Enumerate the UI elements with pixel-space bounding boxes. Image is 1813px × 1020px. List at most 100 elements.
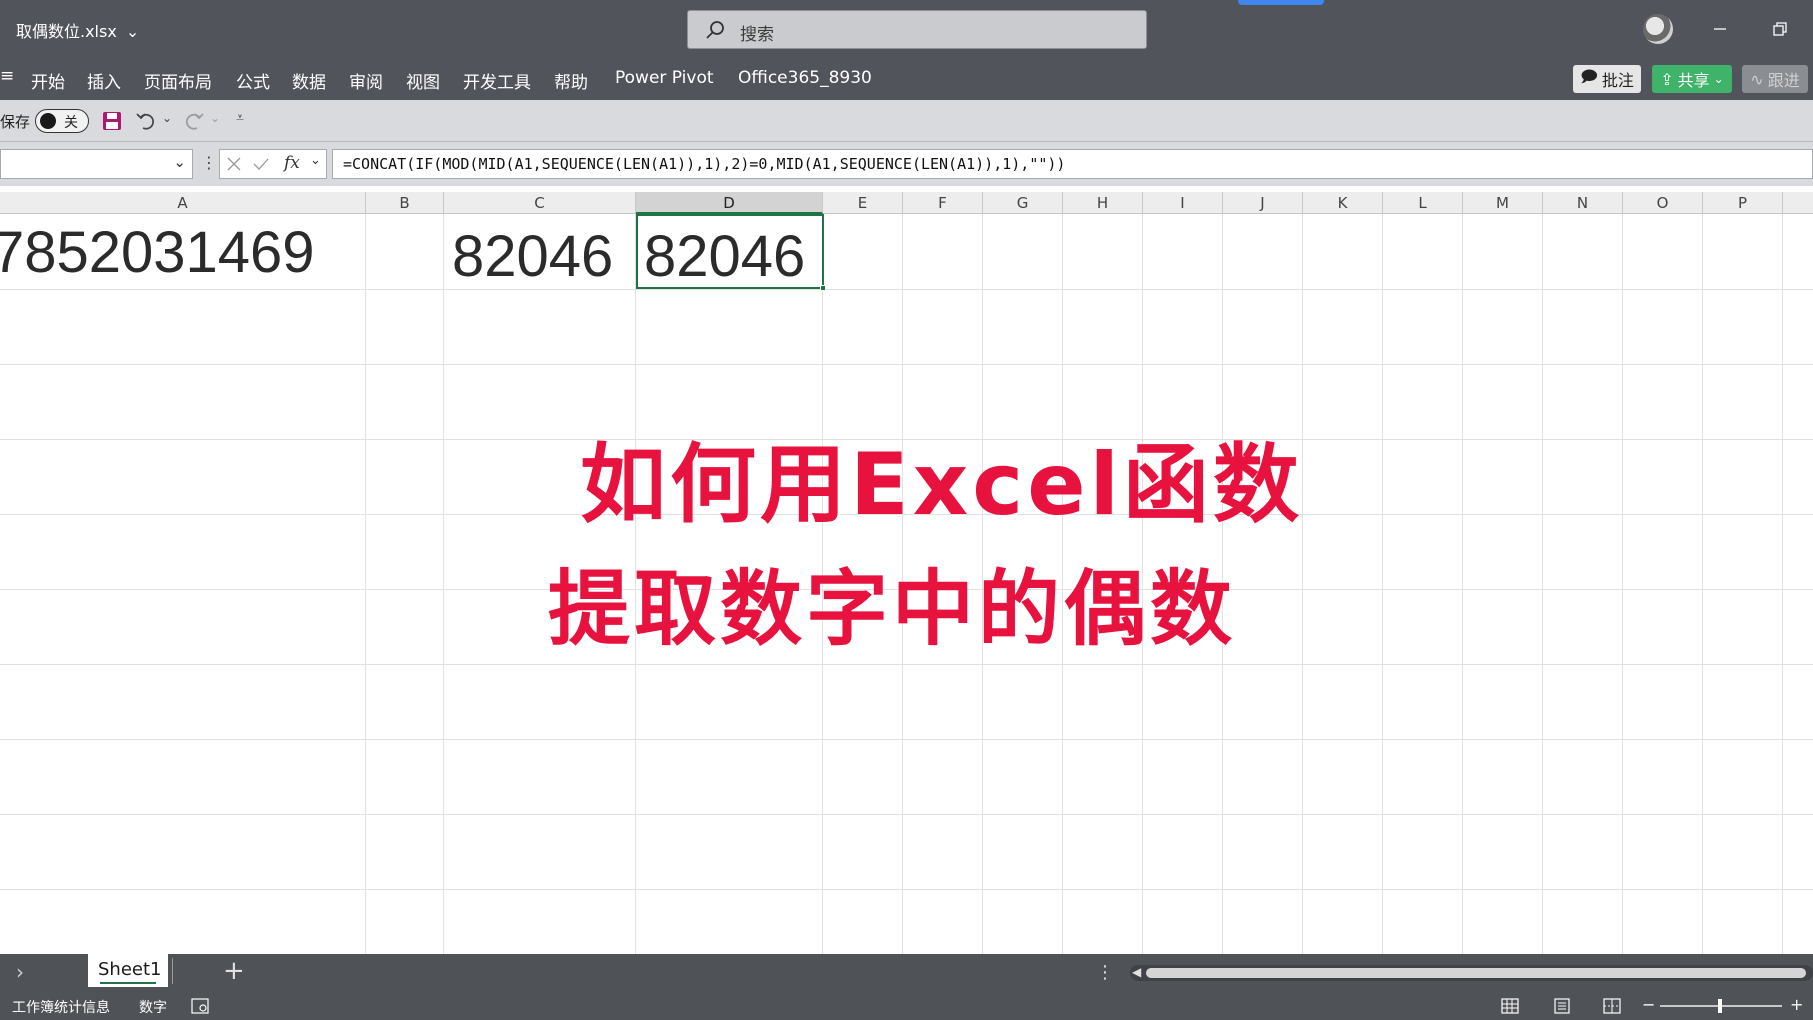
autosave-state: 关	[64, 115, 78, 131]
tab-developer[interactable]: 开发工具	[463, 68, 531, 93]
chevron-down-icon[interactable]: ⌄	[310, 153, 321, 168]
scrollbar-thumb[interactable]	[1146, 968, 1806, 978]
share-label: 共享	[1677, 71, 1710, 90]
file-name-menu[interactable]: 取偶数位.xlsx ⌄	[16, 18, 139, 42]
column-header-f[interactable]: F	[903, 192, 983, 214]
column-header-partial[interactable]	[1783, 192, 1813, 214]
track-button[interactable]: ∿ 跟进	[1742, 65, 1808, 93]
tab-office365[interactable]: Office365_8930	[738, 68, 872, 88]
column-header-b[interactable]: B	[366, 192, 444, 214]
column-header-p[interactable]: P	[1703, 192, 1783, 214]
avatar[interactable]	[1643, 14, 1673, 44]
gridline	[1542, 214, 1543, 954]
track-icon: ∿	[1750, 69, 1764, 89]
gridline	[1702, 214, 1703, 954]
gridline	[443, 214, 444, 954]
chevron-down-icon: ⌄	[173, 153, 186, 171]
name-box[interactable]: ⌄	[0, 149, 193, 179]
gridline	[0, 364, 1813, 365]
add-sheet-button[interactable]: +	[223, 956, 245, 986]
column-header-e[interactable]: E	[823, 192, 903, 214]
column-header-i[interactable]: I	[1143, 192, 1223, 214]
comments-button[interactable]: 🗩 批注	[1573, 65, 1641, 93]
cancel-icon[interactable]	[226, 156, 242, 172]
undo-dropdown-icon[interactable]: ⌄	[162, 111, 172, 125]
comment-icon: 🗩	[1580, 66, 1598, 86]
gridline	[0, 739, 1813, 740]
tab-review[interactable]: 审阅	[349, 68, 383, 93]
zoom-slider[interactable]	[1660, 999, 1782, 1013]
gridline	[0, 664, 1813, 665]
column-header-n[interactable]: N	[1543, 192, 1623, 214]
redo-dropdown-icon[interactable]: ⌄	[210, 111, 220, 125]
zoom-in-button[interactable]: +	[1790, 995, 1803, 1014]
more-options-icon[interactable]: ⋮	[201, 153, 217, 172]
more-options-icon[interactable]: ⋮	[1096, 962, 1114, 983]
sheet-tab-sheet1[interactable]: Sheet1	[88, 954, 168, 987]
formula-input[interactable]: =CONCAT(IF(MOD(MID(A1,SEQUENCE(LEN(A1)),…	[332, 149, 1813, 179]
horizontal-scrollbar[interactable]: ◀	[1130, 965, 1813, 981]
cell-a1[interactable]: 7852031469	[0, 224, 315, 282]
column-header-o[interactable]: O	[1623, 192, 1703, 214]
column-header-d[interactable]: D	[636, 192, 823, 214]
cell-c1[interactable]: 82046	[452, 228, 613, 286]
search-box[interactable]: 搜索	[687, 10, 1147, 49]
column-header-g[interactable]: G	[983, 192, 1063, 214]
normal-view-icon[interactable]	[1500, 997, 1520, 1015]
chevron-right-icon[interactable]: ›	[16, 960, 24, 984]
active-sheet-indicator	[100, 982, 156, 984]
scroll-left-icon[interactable]: ◀	[1132, 965, 1141, 979]
column-headers: A B C D E F G H I J K L M N O P	[0, 192, 1813, 214]
enter-icon[interactable]	[252, 156, 270, 172]
tab-insert[interactable]: 插入	[87, 68, 121, 93]
title-bar: 取偶数位.xlsx ⌄ 搜索	[0, 0, 1813, 58]
customize-toolbar-icon[interactable]: ⩡	[236, 110, 244, 126]
divider	[172, 958, 173, 984]
tab-page-layout[interactable]: 页面布局	[144, 68, 212, 93]
tab-help[interactable]: 帮助	[554, 68, 588, 93]
sheet-tab-bar: › Sheet1 + ⋮ ◀	[0, 954, 1813, 992]
gridline	[0, 814, 1813, 815]
overlay-title-line1: 如何用Excel函数	[580, 435, 1304, 535]
track-label: 跟进	[1767, 71, 1800, 90]
share-icon: ⇪	[1660, 69, 1674, 89]
cell-grid[interactable]: 7852031469 82046 82046 如何用Excel函数 提取数字中的…	[0, 214, 1813, 954]
zoom-out-button[interactable]: −	[1642, 995, 1655, 1014]
fill-handle[interactable]	[820, 285, 826, 291]
file-menu-edge[interactable]: ≡	[0, 66, 14, 86]
toggle-knob	[40, 113, 56, 129]
zoom-slider-thumb[interactable]	[1718, 999, 1722, 1013]
page-break-view-icon[interactable]	[1602, 997, 1622, 1015]
column-header-h[interactable]: H	[1063, 192, 1143, 214]
gridline	[1302, 214, 1303, 954]
accessibility-icon[interactable]	[190, 997, 210, 1015]
autosave-toggle[interactable]: 关	[35, 109, 89, 133]
workbook-statistics[interactable]: 工作簿统计信息	[12, 997, 110, 1017]
redo-icon[interactable]	[183, 110, 205, 132]
tab-power-pivot[interactable]: Power Pivot	[615, 68, 714, 88]
page-layout-view-icon[interactable]	[1552, 997, 1572, 1015]
minimize-button[interactable]	[1700, 10, 1740, 48]
share-button[interactable]: ⇪ 共享 ⌄	[1652, 65, 1732, 93]
gridline	[1462, 214, 1463, 954]
ribbon-tabs: ≡ 开始 插入 页面布局 公式 数据 审阅 视图 开发工具 帮助 Power P…	[0, 58, 1813, 100]
gridline	[365, 214, 366, 954]
column-header-a[interactable]: A	[0, 192, 366, 214]
tab-home[interactable]: 开始	[31, 68, 65, 93]
save-icon[interactable]	[101, 110, 123, 132]
column-header-m[interactable]: M	[1463, 192, 1543, 214]
insert-function-icon[interactable]: fx	[284, 153, 300, 173]
tab-view[interactable]: 视图	[406, 68, 440, 93]
chevron-down-icon: ⌄	[125, 22, 140, 41]
column-header-c[interactable]: C	[444, 192, 636, 214]
column-header-k[interactable]: K	[1303, 192, 1383, 214]
status-bar: 工作簿统计信息 数字 − +	[0, 992, 1813, 1020]
formula-bar: ⌄ ⋮ fx ⌄ =CONCAT(IF(MOD(MID(A1,SEQUENCE(…	[0, 142, 1813, 186]
tab-data[interactable]: 数据	[292, 68, 326, 93]
undo-icon[interactable]	[135, 110, 157, 132]
column-header-j[interactable]: J	[1223, 192, 1303, 214]
tab-formulas[interactable]: 公式	[236, 68, 270, 93]
restore-button[interactable]	[1760, 10, 1800, 48]
column-header-l[interactable]: L	[1383, 192, 1463, 214]
accent-indicator	[1238, 0, 1324, 5]
